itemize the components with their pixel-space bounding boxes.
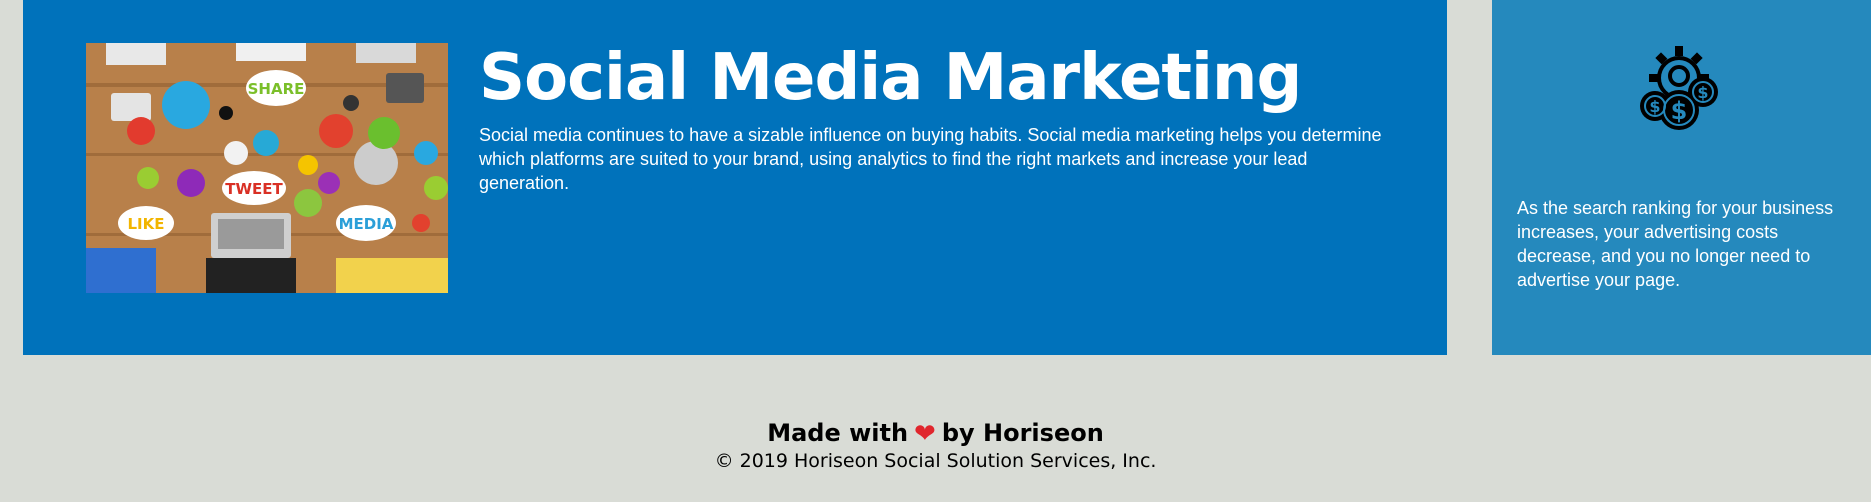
social-media-marketing-image: SHARE TWEET LIKE MEDIA — [86, 43, 448, 293]
site-footer: Made with ❤ by Horiseon © 2019 Horiseon So… — [0, 418, 1871, 473]
copyright-text: © 2019 Horiseon Social Solution Services… — [714, 450, 1157, 472]
heart-icon: ❤ — [914, 419, 936, 449]
made-with-line: Made with ❤ by Horiseon — [0, 418, 1871, 449]
service-description: Social media continues to have a sizable… — [479, 125, 1382, 193]
service-title: Social Media Marketing — [479, 41, 1302, 115]
cost-benefit-section: $ $ $ As the search ranking for your bus… — [1492, 0, 1871, 355]
tweet-bubble-text: TWEET — [225, 180, 283, 198]
made-with-label: Made with — [767, 419, 909, 447]
like-bubble-text: LIKE — [127, 215, 164, 233]
svg-text:$: $ — [1671, 97, 1688, 125]
by-horiseon-label: by Horiseon — [941, 419, 1104, 447]
cost-benefit-text: As the search ranking for your business … — [1517, 198, 1834, 290]
svg-text:$: $ — [1649, 97, 1660, 116]
social-media-marketing-section: SHARE TWEET LIKE MEDIA Social Media Mark… — [23, 0, 1447, 355]
media-bubble-text: MEDIA — [339, 215, 394, 233]
cost-gears-dollar-icon: $ $ $ — [1629, 40, 1729, 140]
share-bubble-text: SHARE — [248, 80, 305, 98]
svg-text:$: $ — [1697, 83, 1708, 102]
